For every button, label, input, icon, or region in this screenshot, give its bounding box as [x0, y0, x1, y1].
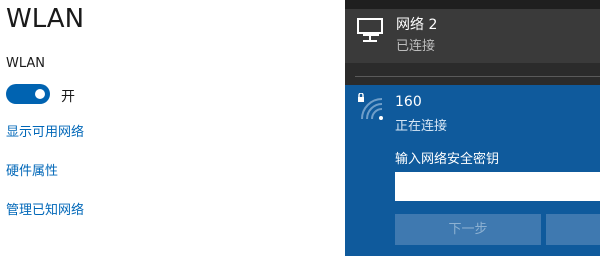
wifi-network-name: 160: [395, 94, 422, 110]
network-item-wifi[interactable]: 160 正在连接 输入网络安全密钥 下一步: [345, 85, 600, 256]
flyout-top-bar: [345, 0, 600, 9]
next-button[interactable]: 下一步: [395, 214, 541, 245]
security-key-input[interactable]: [395, 172, 600, 201]
manage-known-networks-link[interactable]: 管理已知网络: [6, 199, 84, 218]
network-item-wired[interactable]: 网络 2 已连接: [345, 9, 600, 63]
hardware-properties-link[interactable]: 硬件属性: [6, 160, 58, 179]
ethernet-icon: [357, 17, 385, 43]
network-flyout: 网络 2 已连接 160 正在连接 输入网络安全密钥 下一步: [345, 0, 600, 256]
wifi-network-status: 正在连接: [395, 119, 448, 134]
wired-network-status: 已连接: [396, 39, 436, 54]
wlan-settings-pane: WLAN WLAN 开 显示可用网络 硬件属性 管理已知网络: [0, 0, 345, 256]
wired-network-name: 网络 2: [396, 17, 438, 33]
page-title: WLAN: [6, 4, 85, 34]
wlan-toggle[interactable]: [6, 84, 50, 104]
toggle-state-label: 开: [61, 89, 75, 105]
show-available-networks-link[interactable]: 显示可用网络: [6, 121, 84, 140]
wlan-toggle-label: WLAN: [6, 56, 46, 71]
cancel-button[interactable]: [546, 214, 600, 245]
toggle-knob: [35, 89, 45, 99]
secured-wifi-icon: [356, 92, 386, 123]
security-key-prompt: 输入网络安全密钥: [395, 152, 500, 167]
flyout-divider: [355, 76, 600, 77]
